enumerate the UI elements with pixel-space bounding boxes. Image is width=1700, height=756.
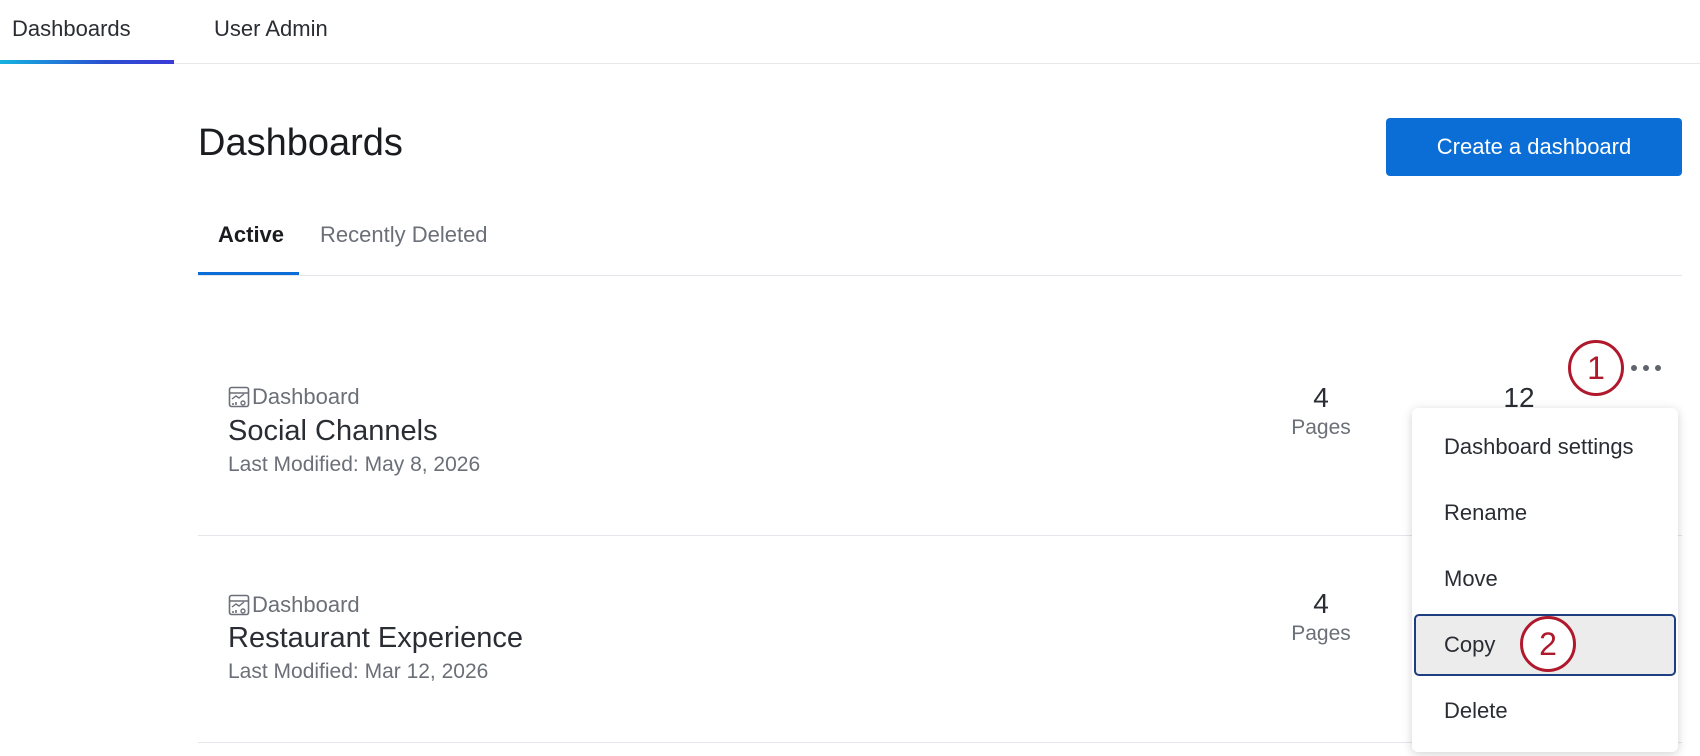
menu-item-move[interactable]: Move xyxy=(1414,548,1676,610)
page-title: Dashboards xyxy=(198,122,403,164)
dot xyxy=(1631,365,1637,371)
dashboard-name[interactable]: Restaurant Experience xyxy=(228,622,523,655)
pages-count: 4 xyxy=(1313,588,1329,619)
dashboard-type: Dashboard xyxy=(228,592,360,618)
dot xyxy=(1643,365,1649,371)
pages-label: Pages xyxy=(1291,416,1351,439)
tab-recently-deleted[interactable]: Recently Deleted xyxy=(320,222,488,248)
step-callout-2: 2 xyxy=(1520,616,1576,672)
dashboard-actions-menu: Dashboard settings Rename Move Copy Dele… xyxy=(1412,408,1678,752)
step-callout-1: 1 xyxy=(1568,340,1624,396)
status-tabs: Active Recently Deleted xyxy=(198,212,1682,276)
tab-user-admin[interactable]: User Admin xyxy=(214,16,328,42)
dashboard-name[interactable]: Social Channels xyxy=(228,415,438,448)
menu-item-delete[interactable]: Delete xyxy=(1414,680,1676,742)
tab-dashboards[interactable]: Dashboards xyxy=(12,16,131,42)
dashboard-type-label: Dashboard xyxy=(252,592,360,617)
top-nav: Dashboards User Admin xyxy=(0,0,1700,64)
last-modified: Last Modified: Mar 12, 2026 xyxy=(228,660,489,683)
dashboard-type: Dashboard xyxy=(228,384,360,410)
create-dashboard-button[interactable]: Create a dashboard xyxy=(1386,118,1682,176)
tab-active[interactable]: Active xyxy=(218,222,284,248)
dashboard-icon xyxy=(228,386,250,408)
menu-item-rename[interactable]: Rename xyxy=(1414,482,1676,544)
dashboard-icon xyxy=(228,594,250,616)
dashboard-type-label: Dashboard xyxy=(252,384,360,409)
dot xyxy=(1655,365,1661,371)
active-subtab-indicator xyxy=(198,272,299,275)
more-options-icon[interactable] xyxy=(1628,356,1664,380)
pages-count: 4 xyxy=(1313,382,1329,413)
menu-item-dashboard-settings[interactable]: Dashboard settings xyxy=(1414,416,1676,478)
active-tab-indicator xyxy=(0,60,174,64)
last-modified: Last Modified: May 8, 2026 xyxy=(228,453,481,476)
pages-label: Pages xyxy=(1291,622,1351,645)
